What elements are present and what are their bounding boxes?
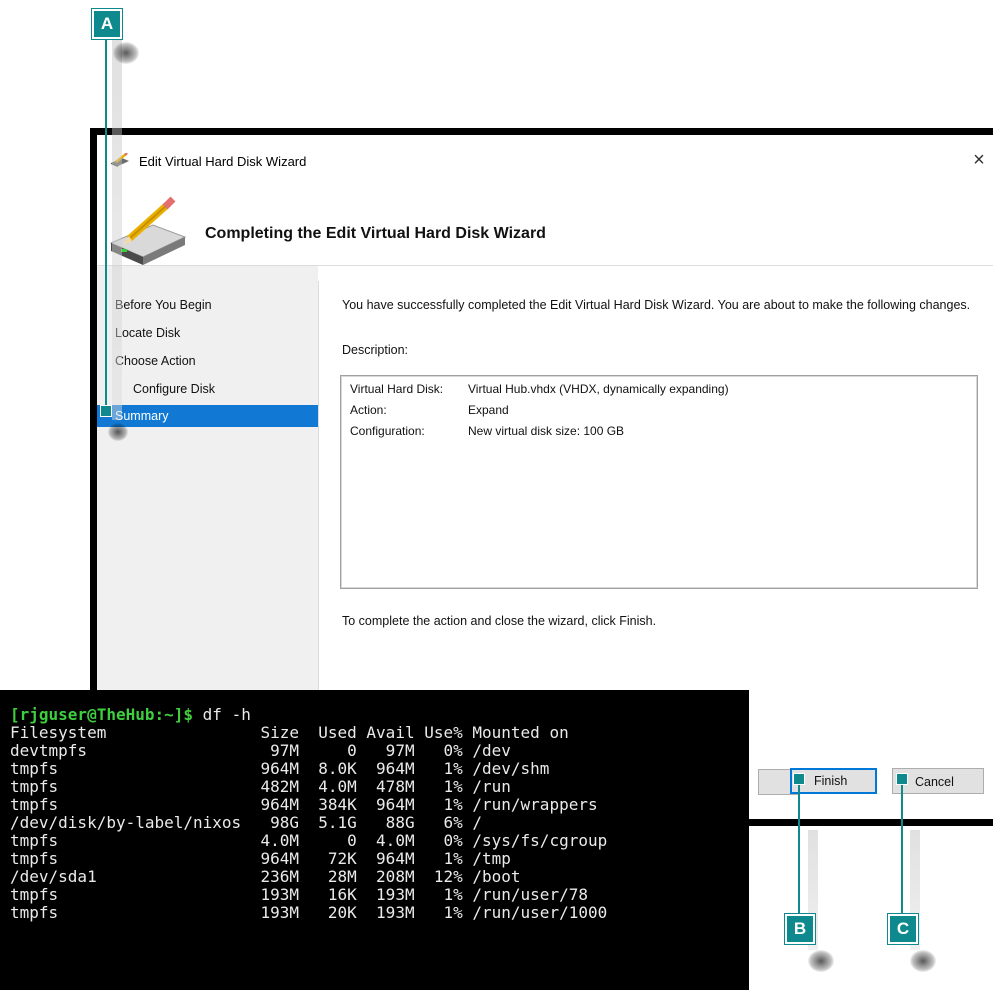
nav-item-locate-disk[interactable]: Locate Disk (115, 326, 180, 340)
terminal-output-line: tmpfs 964M 72K 964M 1% /tmp (10, 849, 511, 868)
summary-row-action: Action: Expand (350, 403, 509, 417)
callout-shadow (910, 950, 936, 972)
terminal-output-line: /dev/sda1 236M 28M 208M 12% /boot (10, 867, 521, 886)
callout-shadow (113, 42, 139, 64)
callout-b-line (798, 778, 800, 914)
callout-b-dot (793, 773, 805, 785)
terminal-command-line: [rjguser@TheHub:~]$ df -h (10, 706, 251, 724)
summary-row-configuration: Configuration: New virtual disk size: 100… (350, 424, 624, 438)
terminal-output-line: tmpfs 482M 4.0M 478M 1% /run (10, 777, 511, 796)
terminal-output-line: tmpfs 964M 384K 964M 1% /run/wrappers (10, 795, 598, 814)
summary-row-vhd: Virtual Hard Disk: Virtual Hub.vhdx (VHDX… (350, 382, 729, 396)
summary-value: Virtual Hub.vhdx (VHDX, dynamically expa… (468, 382, 729, 396)
wizard-header: Completing the Edit Virtual Hard Disk Wi… (97, 177, 993, 265)
description-label: Description: (342, 343, 408, 357)
terminal-output-line: devtmpfs 97M 0 97M 0% /dev (10, 741, 511, 760)
terminal-prompt: [rjguser@TheHub:~]$ (10, 705, 194, 724)
terminal-output-line: Filesystem Size Used Avail Use% Mounted … (10, 723, 569, 742)
summary-value: New virtual disk size: 100 GB (468, 424, 625, 438)
callout-a: A (92, 9, 122, 39)
close-icon[interactable]: × (969, 148, 989, 172)
summary-key: Virtual Hard Disk: (350, 382, 444, 396)
window-title: Edit Virtual Hard Disk Wizard (139, 154, 307, 169)
callout-shadow (808, 950, 834, 972)
terminal-output-line: tmpfs 193M 20K 193M 1% /run/user/1000 (10, 903, 608, 922)
terminal-window[interactable]: [rjguser@TheHub:~]$ df -h Filesystem Siz… (0, 690, 749, 990)
nav-item-configure-disk[interactable]: Configure Disk (133, 382, 215, 396)
callout-a-dot (100, 405, 112, 417)
callout-c-line (901, 778, 903, 914)
summary-value: Expand (468, 403, 509, 417)
title-bar: Edit Virtual Hard Disk Wizard × (97, 135, 993, 177)
terminal-output-line: tmpfs 964M 8.0K 964M 1% /dev/shm (10, 759, 550, 778)
terminal-output-line: tmpfs 193M 16K 193M 1% /run/user/78 (10, 885, 588, 904)
summary-key: Configuration: (350, 424, 425, 438)
page-title: Completing the Edit Virtual Hard Disk Wi… (205, 225, 546, 242)
callout-a-line (105, 37, 107, 407)
summary-key: Action: (350, 403, 387, 417)
nav-item-summary[interactable]: Summary (97, 405, 318, 427)
terminal-output-line: tmpfs 4.0M 0 4.0M 0% /sys/fs/cgroup (10, 831, 608, 850)
summary-box[interactable]: Virtual Hard Disk: Virtual Hub.vhdx (VHDX… (340, 375, 978, 589)
intro-text: You have successfully completed the Edit… (342, 298, 971, 312)
callout-shadow (112, 40, 122, 420)
nav-item-choose-action[interactable]: Choose Action (115, 354, 196, 368)
terminal-output-line: /dev/disk/by-label/nixos 98G 5.1G 88G 6%… (10, 813, 483, 832)
complete-note: To complete the action and close the wiz… (342, 614, 657, 628)
callout-c-dot (896, 773, 908, 785)
callout-b: B (785, 914, 815, 944)
callout-shadow (108, 423, 128, 441)
nav-item-before-you-begin[interactable]: Before You Begin (115, 298, 212, 312)
callout-c: C (888, 914, 918, 944)
terminal-command: df -h (193, 705, 251, 724)
